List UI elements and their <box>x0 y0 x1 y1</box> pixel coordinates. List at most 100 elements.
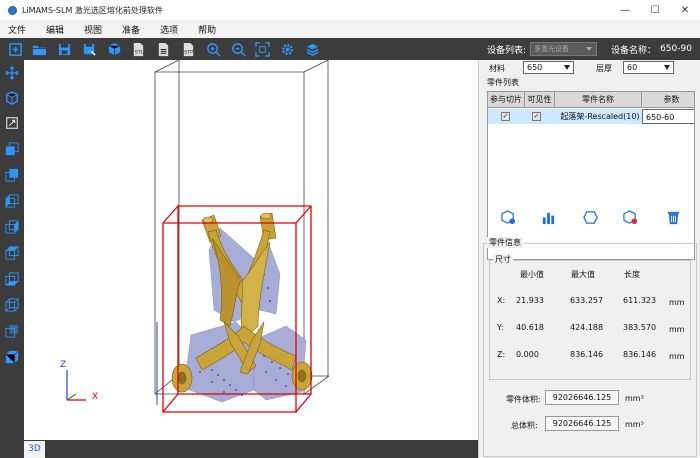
trash-icon[interactable] <box>664 208 682 226</box>
export-stl-icon[interactable]: STL <box>130 40 148 58</box>
svg-text:STL: STL <box>135 49 144 55</box>
open-folder-icon[interactable] <box>31 40 49 58</box>
col-params[interactable]: 参数 <box>642 92 694 108</box>
export-slice-icon[interactable] <box>155 40 173 58</box>
main-toolbar: STL STP 设备列表: 多激光设备 设备名称： 650-90 <box>0 38 700 60</box>
part-info-title: 零件信息 <box>487 237 523 248</box>
x-length: 611.323 <box>623 296 657 305</box>
layer-thickness-dropdown[interactable]: 60 <box>623 61 674 74</box>
view-top-icon[interactable] <box>3 244 21 262</box>
fit-view-icon[interactable] <box>254 40 272 58</box>
zoom-out-icon[interactable] <box>229 40 247 58</box>
menu-edit[interactable]: 编辑 <box>46 23 64 36</box>
menu-options[interactable]: 选项 <box>160 23 178 36</box>
x-min: 21.933 <box>516 296 544 305</box>
close-button[interactable]: ✕ <box>670 0 700 20</box>
total-volume-field: 92026646.125 <box>545 416 619 431</box>
3d-viewport[interactable]: Z X <box>24 60 478 440</box>
hexagon-icon[interactable] <box>581 208 599 226</box>
bottom-tab-bar <box>0 440 478 458</box>
z-length: 836.146 <box>623 350 657 359</box>
save-icon[interactable] <box>56 40 74 58</box>
menu-view[interactable]: 视图 <box>84 23 102 36</box>
new-file-icon[interactable] <box>6 40 24 58</box>
chart-icon[interactable] <box>539 208 557 226</box>
menu-prepare[interactable]: 准备 <box>122 23 140 36</box>
device-list-label: 设备列表: <box>487 45 527 56</box>
export-stp-icon[interactable]: STP <box>180 40 198 58</box>
save-as-icon[interactable] <box>80 40 98 58</box>
volume-field: 92026646.125 <box>545 390 619 405</box>
axis-x-label: X <box>92 392 99 402</box>
x-max: 633.257 <box>570 296 604 305</box>
import-cube-icon[interactable] <box>105 40 123 58</box>
left-toolbar <box>0 60 24 440</box>
add-part-icon[interactable] <box>499 208 517 226</box>
svg-text:STP: STP <box>184 49 193 55</box>
material-dropdown[interactable]: 650 <box>523 61 574 74</box>
app-logo-icon <box>8 5 17 15</box>
part-name-cell: 起落架-Rescaled(10) <box>560 112 640 121</box>
part-list-table: 参与切片 可见性 零件名称 参数 ✓ ✓ 起落架-Rescaled(10) 65… <box>487 91 695 260</box>
layers-icon[interactable] <box>304 40 322 58</box>
y-unit: mm <box>669 325 685 334</box>
view-iso2-icon[interactable] <box>3 322 21 340</box>
y-length: 383.570 <box>623 323 657 332</box>
min-header: 最小值 <box>520 270 544 279</box>
solid-cube-icon[interactable] <box>3 348 21 366</box>
move-axes-icon[interactable] <box>3 64 21 82</box>
y-min: 40.618 <box>516 323 544 332</box>
minimize-button[interactable]: — <box>610 0 640 20</box>
part-param-cell[interactable]: 650-60 <box>642 109 694 124</box>
remove-part-icon[interactable] <box>621 208 639 226</box>
visible-checkbox[interactable]: ✓ <box>532 112 541 121</box>
z-axis-label: Z: <box>497 350 506 359</box>
part-list-title: 零件列表 <box>487 78 519 87</box>
settings-gear-icon[interactable] <box>279 40 297 58</box>
menu-bar: 文件 编辑 视图 准备 选项 帮助 <box>0 20 700 38</box>
axis-triad <box>66 370 86 401</box>
max-header: 最大值 <box>571 270 595 279</box>
title-bar: LiMAMS-SLM 激光选区熔化前处理软件 — ☐ ✕ <box>0 0 700 20</box>
menu-file[interactable]: 文件 <box>8 23 26 36</box>
length-header: 长度 <box>624 270 640 279</box>
view-front-icon[interactable] <box>3 140 21 158</box>
tab-3d[interactable]: 3D <box>24 441 45 458</box>
z-min: 0.000 <box>516 350 539 359</box>
col-slice[interactable]: 参与切片 <box>488 92 525 108</box>
slice-checkbox[interactable]: ✓ <box>501 112 510 121</box>
x-axis-label: X: <box>497 296 506 305</box>
view-back-icon[interactable] <box>3 166 21 184</box>
right-panel: 材料 650 层厚 60 零件列表 参与切片 可见性 零件名称 参数 ✓ ✓ 起… <box>478 60 700 458</box>
view-right-icon[interactable] <box>3 218 21 236</box>
view-left-icon[interactable] <box>3 192 21 210</box>
z-unit: mm <box>669 352 685 361</box>
cube-view-icon[interactable] <box>3 89 21 107</box>
zoom-in-icon[interactable] <box>204 40 222 58</box>
material-label: 材料 <box>489 64 505 73</box>
device-name-value: 650-90 <box>660 44 692 54</box>
device-name-label: 设备名称： <box>611 45 657 56</box>
window-title: LiMAMS-SLM 激光选区熔化前处理软件 <box>22 5 163 15</box>
maximize-button[interactable]: ☐ <box>640 0 670 20</box>
total-volume-unit: mm³ <box>625 420 644 429</box>
table-row[interactable]: ✓ ✓ 起落架-Rescaled(10) 650-60 <box>488 109 694 124</box>
z-max: 836.146 <box>570 350 604 359</box>
size-title: 尺寸 <box>493 254 513 265</box>
scale-icon[interactable] <box>3 114 21 132</box>
menu-help[interactable]: 帮助 <box>198 23 216 36</box>
view-iso-icon[interactable] <box>3 296 21 314</box>
col-part-name[interactable]: 零件名称 <box>555 92 642 108</box>
volume-unit: mm³ <box>625 394 644 403</box>
layer-thickness-label: 层厚 <box>596 64 612 73</box>
volume-label: 零件体积: <box>506 395 541 404</box>
x-unit: mm <box>669 298 685 307</box>
col-visible[interactable]: 可见性 <box>525 92 555 108</box>
total-volume-label: 总体积: <box>511 421 538 430</box>
device-list-dropdown[interactable]: 多激光设备 <box>530 42 598 56</box>
3d-scene <box>66 60 330 413</box>
view-bottom-icon[interactable] <box>3 270 21 288</box>
y-max: 424.188 <box>570 323 604 332</box>
part-actions <box>479 208 700 228</box>
axis-z-label: Z <box>60 360 67 370</box>
